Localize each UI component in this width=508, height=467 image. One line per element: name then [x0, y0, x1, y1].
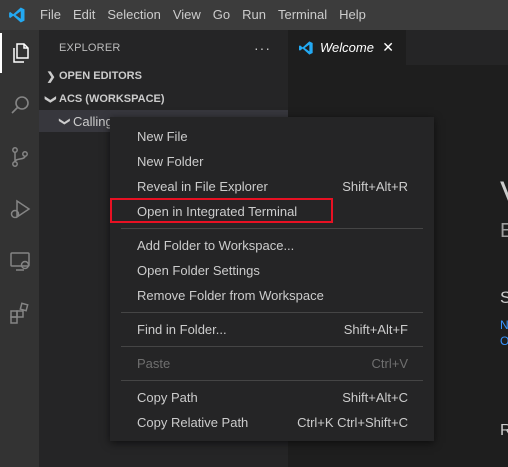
search-icon[interactable] — [0, 85, 39, 125]
open-editors-section[interactable]: ❯ OPEN EDITORS — [39, 65, 288, 87]
menu-terminal[interactable]: Terminal — [272, 0, 333, 30]
welcome-recent-fragment: R — [500, 422, 508, 439]
chevron-right-icon: ❯ — [46, 70, 56, 83]
welcome-section-fragment: S — [500, 288, 508, 307]
tab-welcome[interactable]: Welcome ✕ — [288, 30, 406, 65]
welcome-link-fragment[interactable]: N — [500, 318, 508, 332]
run-debug-icon[interactable] — [0, 189, 39, 229]
source-control-icon[interactable] — [0, 137, 39, 177]
menu-edit[interactable]: Edit — [67, 0, 101, 30]
menu-item-reveal-in-file-explorer[interactable]: Reveal in File Explorer Shift+Alt+R — [110, 174, 434, 199]
menu-go[interactable]: Go — [207, 0, 236, 30]
chevron-down-icon: ❯ — [58, 116, 71, 126]
menu-separator — [121, 312, 423, 313]
menu-item-label: Paste — [137, 356, 171, 371]
menu-file[interactable]: File — [34, 0, 67, 30]
menu-item-label: Open Folder Settings — [137, 263, 260, 278]
vscode-logo-icon — [0, 0, 34, 30]
tab-bar: Welcome ✕ — [288, 30, 508, 65]
menu-item-label: Remove Folder from Workspace — [137, 288, 324, 303]
context-menu: New File New Folder Reveal in File Explo… — [110, 117, 434, 441]
menu-item-label: Find in Folder... — [137, 322, 227, 337]
menu-item-open-folder-settings[interactable]: Open Folder Settings — [110, 258, 434, 283]
menu-item-new-folder[interactable]: New Folder — [110, 149, 434, 174]
menu-item-copy-path[interactable]: Copy Path Shift+Alt+C — [110, 385, 434, 410]
close-icon[interactable]: ✕ — [382, 39, 394, 56]
menu-item-label: Open in Integrated Terminal — [137, 204, 298, 219]
welcome-subtitle-fragment: E — [500, 220, 508, 242]
open-editors-label: OPEN EDITORS — [59, 70, 142, 82]
folder-label: Calling — [73, 113, 113, 129]
menu-help[interactable]: Help — [333, 0, 372, 30]
menu-item-new-file[interactable]: New File — [110, 124, 434, 149]
workspace-section[interactable]: ❯ ACS (WORKSPACE) — [39, 88, 288, 110]
menu-separator — [121, 380, 423, 381]
menu-item-shortcut: Shift+Alt+F — [343, 322, 408, 337]
menu-item-paste: Paste Ctrl+V — [110, 351, 434, 376]
menu-item-label: Add Folder to Workspace... — [137, 238, 295, 253]
tab-label: Welcome — [320, 40, 374, 55]
explorer-title: EXPLORER — [59, 41, 121, 54]
explorer-header: EXPLORER ··· — [39, 30, 288, 65]
title-bar: File Edit Selection View Go Run Terminal… — [0, 0, 508, 30]
menu-item-shortcut: Ctrl+V — [371, 356, 408, 371]
menu-item-label: Reveal in File Explorer — [137, 179, 268, 194]
welcome-link-fragment[interactable]: O — [500, 334, 508, 348]
menu-item-shortcut: Ctrl+K Ctrl+Shift+C — [297, 415, 408, 430]
workspace-label: ACS (WORKSPACE) — [59, 93, 165, 105]
menu-item-remove-folder-from-workspace[interactable]: Remove Folder from Workspace — [110, 283, 434, 308]
menu-view[interactable]: View — [167, 0, 207, 30]
menu-item-open-in-integrated-terminal[interactable]: Open in Integrated Terminal — [110, 198, 434, 224]
menu-item-label: Copy Path — [137, 390, 198, 405]
menu-item-add-folder-to-workspace[interactable]: Add Folder to Workspace... — [110, 233, 434, 258]
extensions-icon[interactable] — [0, 293, 39, 333]
vscode-tab-icon — [299, 40, 313, 55]
chevron-down-icon: ❯ — [44, 94, 57, 104]
menu-item-shortcut: Shift+Alt+R — [342, 179, 408, 194]
menu-item-label: New Folder — [137, 154, 204, 169]
menu-item-shortcut: Shift+Alt+C — [342, 390, 408, 405]
activity-bar — [0, 30, 39, 467]
menu-selection[interactable]: Selection — [101, 0, 166, 30]
menu-item-copy-relative-path[interactable]: Copy Relative Path Ctrl+K Ctrl+Shift+C — [110, 410, 434, 435]
menu-separator — [121, 228, 423, 229]
menu-item-find-in-folder[interactable]: Find in Folder... Shift+Alt+F — [110, 317, 434, 342]
menu-run[interactable]: Run — [236, 0, 272, 30]
welcome-title-fragment: V — [500, 175, 508, 214]
menu-item-label: Copy Relative Path — [137, 415, 249, 430]
more-actions-icon[interactable]: ··· — [254, 40, 271, 56]
menu-separator — [121, 346, 423, 347]
menu-item-label: New File — [137, 129, 188, 144]
remote-explorer-icon[interactable] — [0, 241, 39, 281]
files-icon[interactable] — [0, 33, 39, 73]
